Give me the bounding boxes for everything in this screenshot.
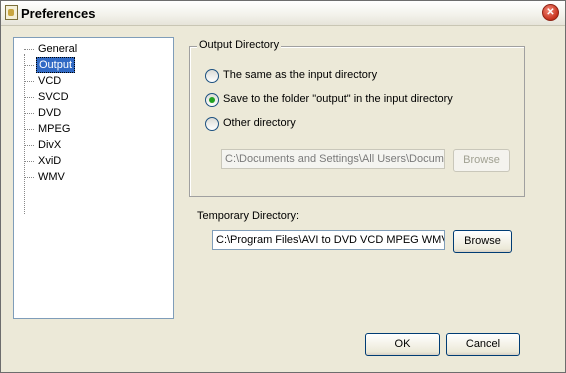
window-title: Preferences bbox=[21, 6, 96, 21]
close-button[interactable]: ✕ bbox=[542, 4, 559, 21]
other-directory-path-input[interactable]: C:\Documents and Settings\All Users\Docu… bbox=[221, 149, 445, 169]
radio-button-checked[interactable] bbox=[205, 93, 219, 107]
temporary-directory-label: Temporary Directory: bbox=[197, 210, 300, 222]
preferences-window: Preferences ✕ General Output VCD SVCD DV… bbox=[0, 0, 566, 373]
radio-button[interactable] bbox=[205, 69, 219, 83]
app-icon bbox=[5, 5, 18, 20]
category-tree: General Output VCD SVCD DVD MPEG DivX Xv… bbox=[13, 37, 174, 319]
output-directory-legend: Output Directory bbox=[197, 39, 282, 51]
temporary-directory-browse-button[interactable]: Browse bbox=[453, 230, 512, 253]
other-directory-browse-button[interactable]: Browse bbox=[453, 149, 510, 172]
temporary-directory-path-input[interactable]: C:\Program Files\AVI to DVD VCD MPEG WMV bbox=[212, 230, 445, 250]
close-icon: ✕ bbox=[546, 7, 555, 18]
tree-connector-line bbox=[24, 54, 25, 214]
ok-button[interactable]: OK bbox=[365, 333, 440, 356]
cancel-button[interactable]: Cancel bbox=[446, 333, 520, 356]
radio-button[interactable] bbox=[205, 117, 219, 131]
title-bar[interactable]: Preferences ✕ bbox=[1, 1, 565, 26]
